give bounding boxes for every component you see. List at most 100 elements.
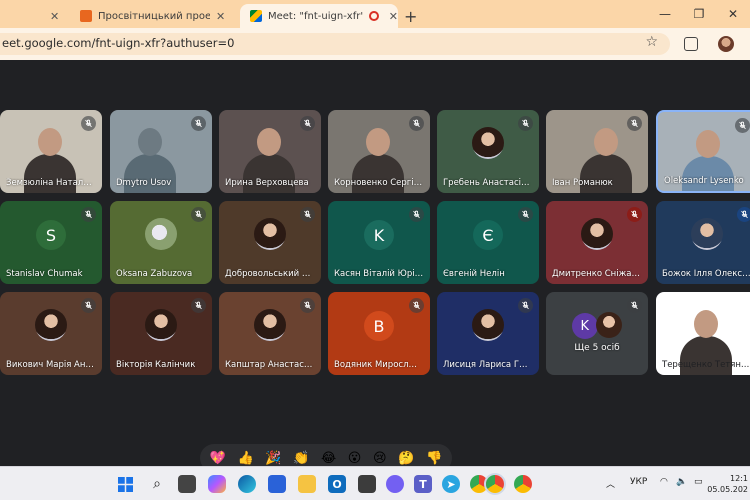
participant-name: Вікторія Калінчик bbox=[116, 360, 196, 370]
browser-tab-meet[interactable]: Meet: "fnt-uign-xfr" ✕ bbox=[240, 4, 398, 28]
battery-icon[interactable]: ▭ bbox=[694, 477, 703, 487]
video-feed-person bbox=[366, 128, 390, 156]
participant-tile[interactable]: Дмитренко Сніжа… bbox=[546, 201, 648, 284]
chrome-profile-2-icon[interactable] bbox=[514, 475, 532, 493]
participant-tile[interactable]: Корновенко Сергі… bbox=[328, 110, 430, 193]
microphone-muted-icon bbox=[735, 118, 750, 133]
bookmark-star-icon[interactable]: ☆ bbox=[645, 34, 658, 50]
participant-tile[interactable]: Є Євгеній Нелін bbox=[437, 201, 539, 284]
close-icon[interactable]: ✕ bbox=[389, 10, 398, 23]
participant-tile[interactable]: Oleksandr Lysenko bbox=[656, 110, 750, 193]
microphone-muted-icon bbox=[409, 207, 424, 222]
store-icon[interactable] bbox=[268, 475, 286, 493]
project-favicon bbox=[80, 10, 92, 22]
system-clock[interactable]: 12:1 05.05.202 bbox=[707, 473, 748, 495]
participant-tile[interactable]: S Stanislav Chumak bbox=[0, 201, 102, 284]
reaction-emoji-button[interactable]: 🤔 bbox=[398, 451, 414, 466]
participant-name: Корновенко Сергі… bbox=[334, 178, 423, 188]
meet-favicon bbox=[250, 10, 262, 22]
volume-icon[interactable]: 🔈 bbox=[676, 477, 687, 487]
omnibox[interactable]: eet.google.com/fnt-uign-xfr?authuser=0 ☆ bbox=[0, 33, 670, 55]
participant-avatar-photo bbox=[581, 218, 613, 251]
microphone-muted-icon bbox=[191, 298, 206, 313]
microphone-muted-icon bbox=[81, 207, 96, 222]
participant-name: Капштар Анастас… bbox=[225, 360, 313, 370]
participant-name: Водяник Миросл… bbox=[334, 360, 417, 370]
tab-close-partial[interactable]: ✕ bbox=[50, 4, 70, 28]
file-explorer-icon[interactable] bbox=[298, 475, 316, 493]
video-feed-person bbox=[257, 128, 281, 156]
participant-tile[interactable]: Земзюліна Натал… bbox=[0, 110, 102, 193]
participant-tile[interactable]: Вікторія Калінчик bbox=[110, 292, 212, 375]
close-icon[interactable]: ✕ bbox=[216, 10, 225, 23]
participant-avatar-photo bbox=[254, 309, 286, 342]
task-view-icon[interactable] bbox=[178, 475, 196, 493]
participant-tile[interactable]: K Ще 5 осіб bbox=[546, 292, 648, 375]
reaction-emoji-button[interactable]: 😢 bbox=[373, 451, 387, 466]
clock-date: 05.05.202 bbox=[707, 485, 748, 494]
extensions-icon[interactable] bbox=[684, 37, 698, 51]
restore-icon[interactable]: ❐ bbox=[682, 7, 716, 21]
participant-tile[interactable]: Капштар Анастас… bbox=[219, 292, 321, 375]
participant-name: Dmytro Usov bbox=[116, 178, 172, 188]
tray-overflow-icon[interactable]: ︿ bbox=[606, 477, 615, 490]
teams-icon[interactable]: T bbox=[414, 475, 432, 493]
participant-tile[interactable]: Лисиця Лариса Г… bbox=[437, 292, 539, 375]
reaction-emoji-button[interactable]: 💖 bbox=[210, 451, 226, 466]
microphone-muted-icon bbox=[627, 298, 642, 313]
reaction-emoji-button[interactable]: 😮 bbox=[348, 451, 362, 466]
participant-tile[interactable]: Добровольський … bbox=[219, 201, 321, 284]
participant-avatar-photo bbox=[596, 312, 623, 339]
viber-icon[interactable] bbox=[386, 475, 404, 493]
participant-tile[interactable]: Гребень Анастасі… bbox=[437, 110, 539, 193]
microphone-muted-icon bbox=[627, 207, 642, 222]
participant-tile[interactable]: Dmytro Usov bbox=[110, 110, 212, 193]
participant-tile[interactable]: K Касян Віталій Юрі… bbox=[328, 201, 430, 284]
participant-tile[interactable]: Ирина Верховцева bbox=[219, 110, 321, 193]
video-feed-person bbox=[138, 128, 162, 156]
chrome-profile-icon[interactable] bbox=[486, 475, 504, 493]
microphone-muted-icon bbox=[627, 116, 642, 131]
reaction-emoji-button[interactable]: 👍 bbox=[238, 451, 254, 466]
participant-name: Лисиця Лариса Г… bbox=[443, 360, 528, 370]
participant-name: Викович Марія Ан… bbox=[6, 360, 94, 370]
microphone-muted-icon bbox=[300, 298, 315, 313]
wifi-icon[interactable]: ◠ bbox=[660, 477, 668, 487]
participant-tile[interactable]: Викович Марія Ан… bbox=[0, 292, 102, 375]
solitaire-icon[interactable] bbox=[358, 475, 376, 493]
profile-avatar[interactable] bbox=[718, 36, 734, 52]
reaction-emoji-button[interactable]: 🎉 bbox=[265, 451, 281, 466]
keyboard-language[interactable]: УКР bbox=[630, 477, 647, 487]
close-icon[interactable]: ✕ bbox=[50, 10, 59, 23]
new-tab-button[interactable]: + bbox=[404, 4, 422, 28]
browser-tab-bar: ✕ Просвітницький проект ННІ М ✕ Meet: "f… bbox=[0, 0, 750, 28]
reaction-emoji-button[interactable]: 😂 bbox=[321, 451, 336, 466]
minimize-icon[interactable]: — bbox=[648, 7, 682, 21]
participant-tile[interactable]: Терещенко Тетян… bbox=[656, 292, 750, 375]
participant-avatar-photo bbox=[472, 309, 504, 342]
url-text[interactable]: eet.google.com/fnt-uign-xfr?authuser=0 bbox=[2, 36, 234, 50]
participant-tile[interactable]: Oksana Zabuzova bbox=[110, 201, 212, 284]
participant-tile[interactable]: Іван Романюк bbox=[546, 110, 648, 193]
close-window-icon[interactable]: ✕ bbox=[716, 7, 750, 21]
telegram-icon[interactable]: ➤ bbox=[442, 475, 460, 493]
browser-tab-project[interactable]: Просвітницький проект ННІ М ✕ bbox=[72, 4, 232, 28]
participant-name: Oksana Zabuzova bbox=[116, 269, 193, 279]
copilot-icon[interactable] bbox=[208, 475, 226, 493]
outlook-icon[interactable]: O bbox=[328, 475, 346, 493]
reaction-emoji-button[interactable]: 👏 bbox=[293, 451, 309, 466]
reaction-emoji-button[interactable]: 👎 bbox=[426, 451, 442, 466]
plus-icon: + bbox=[404, 6, 418, 26]
microphone-muted-icon bbox=[409, 116, 424, 131]
edge-icon[interactable] bbox=[238, 475, 256, 493]
search-icon[interactable]: ⌕ bbox=[148, 475, 166, 493]
participant-name: Stanislav Chumak bbox=[6, 269, 83, 279]
recording-icon bbox=[369, 11, 379, 21]
participant-tile[interactable]: Божок Ілля Олекс… bbox=[656, 201, 750, 284]
participant-tile[interactable]: B Водяник Миросл… bbox=[328, 292, 430, 375]
participant-avatar: K bbox=[571, 313, 598, 340]
video-feed-person bbox=[594, 128, 618, 156]
microphone-muted-icon bbox=[518, 116, 533, 131]
windows-start-icon[interactable] bbox=[116, 475, 134, 493]
participant-name: Ще 5 осіб bbox=[574, 343, 620, 353]
